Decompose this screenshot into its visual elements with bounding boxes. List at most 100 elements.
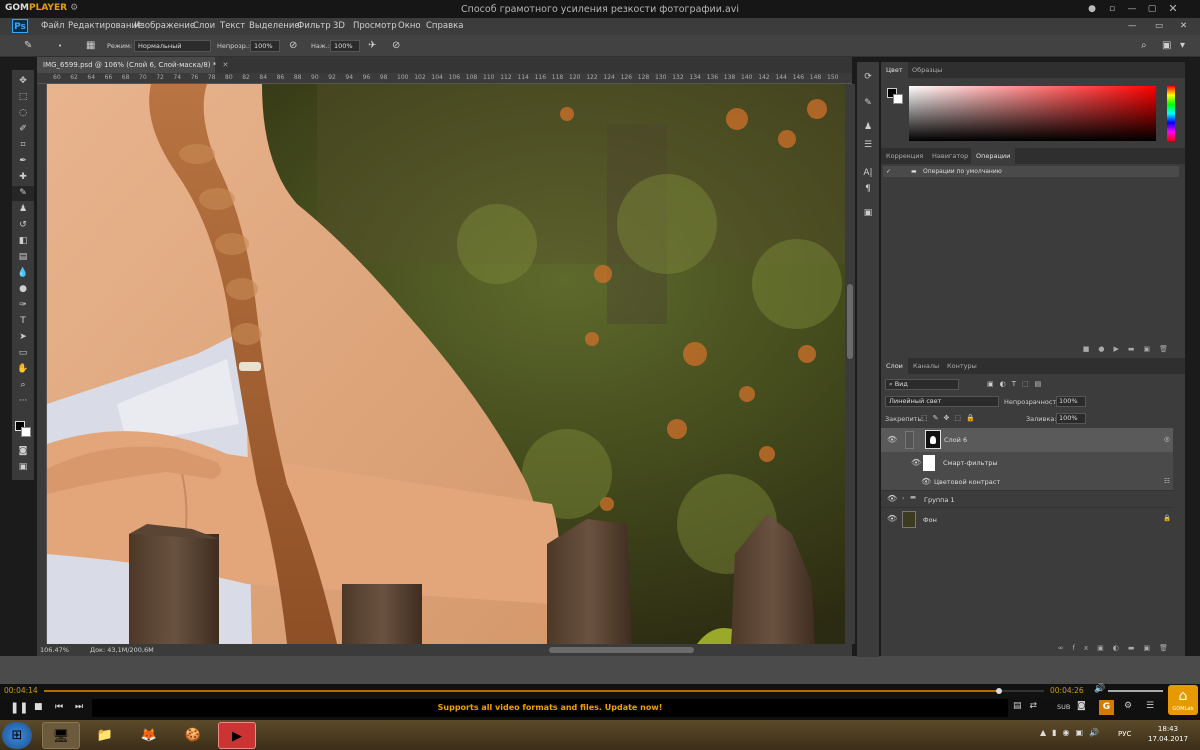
tab-channels[interactable]: Каналы: [908, 358, 944, 374]
layers-footer-icons[interactable]: ∞fx▣◐▬▣🗑: [1058, 644, 1177, 652]
brush-tool-icon[interactable]: ✎: [12, 186, 34, 201]
workspace-dropdown-icon[interactable]: ▾: [1180, 41, 1185, 51]
update-ad-banner[interactable]: Supports all video formats and files. Up…: [92, 699, 1008, 717]
settings-icon[interactable]: ⚙: [1124, 701, 1132, 711]
tray-clock[interactable]: 18:43 17.04.2017: [1148, 724, 1188, 744]
dodge-tool-icon[interactable]: ●: [12, 282, 34, 297]
pressure-opacity-icon[interactable]: ⊘: [289, 41, 297, 51]
menu-file[interactable]: Файл: [41, 21, 64, 31]
layer-row[interactable]: 👁 › ▬ Группа 1: [881, 490, 1173, 507]
visibility-eye-icon[interactable]: 👁: [887, 435, 897, 445]
color-spectrum[interactable]: [909, 86, 1156, 141]
screenshot-icon[interactable]: ◙: [1077, 701, 1086, 711]
hue-slider[interactable]: [1167, 86, 1175, 141]
layer-row[interactable]: 👁 Слой 6 ◎: [881, 428, 1173, 452]
brush-panel-icon[interactable]: ▦: [86, 41, 95, 51]
tab-color[interactable]: Цвет: [881, 62, 908, 78]
move-tool-icon[interactable]: ✥: [12, 74, 34, 89]
blend-mode-select[interactable]: Нормальный: [134, 40, 211, 52]
background-color[interactable]: [893, 94, 903, 104]
crop-tool-icon[interactable]: ⌗: [12, 138, 34, 153]
gom-g-icon[interactable]: G: [1099, 700, 1114, 715]
menu-help[interactable]: Справка: [426, 21, 463, 31]
layer-opacity-field[interactable]: 100%: [1056, 396, 1086, 407]
layer-blend-mode-select[interactable]: Линейный свет: [885, 396, 999, 407]
eraser-tool-icon[interactable]: ◧: [12, 234, 34, 249]
zoom-tool-icon[interactable]: ⌕: [12, 378, 34, 393]
lock-icons[interactable]: ⬚✎✥⬚🔒: [921, 414, 980, 422]
color-swatches-icon[interactable]: [12, 418, 34, 440]
paragraph-panel-icon[interactable]: ¶: [860, 182, 876, 196]
visibility-eye-icon[interactable]: 👁: [887, 494, 897, 504]
screen-mode-icon[interactable]: ▣: [12, 460, 34, 475]
pin-icon[interactable]: ●: [1086, 3, 1098, 15]
gradient-tool-icon[interactable]: ▤: [12, 250, 34, 265]
adjust-icon[interactable]: ☰: [860, 138, 876, 152]
ps-minimize-button[interactable]: —: [1128, 21, 1137, 31]
menu-layers[interactable]: Слои: [193, 21, 215, 31]
layer-row[interactable]: 👁 Фон 🔒: [881, 507, 1173, 529]
smart-object-icon[interactable]: ◎: [1164, 435, 1170, 443]
tray-icons[interactable]: ▲▮◉▣🔊: [1040, 728, 1105, 737]
close-button[interactable]: ✕: [1167, 3, 1179, 15]
seek-thumb[interactable]: [996, 688, 1002, 694]
taskbar-app-icon[interactable]: 🍪: [174, 722, 212, 749]
minimize-button[interactable]: —: [1126, 3, 1138, 15]
tab-layers[interactable]: Слои: [881, 358, 908, 374]
ps-restore-button[interactable]: ▭: [1155, 21, 1163, 31]
volume-icon[interactable]: 🔊: [1094, 684, 1105, 694]
seek-bar[interactable]: [44, 688, 1044, 694]
brush-presets-icon[interactable]: ✎: [860, 96, 876, 110]
layer-row[interactable]: 👁 Цветовой контраст ☷: [881, 474, 1173, 490]
menu-edit[interactable]: Редактирование: [68, 21, 142, 31]
history-brush-tool-icon[interactable]: ↺: [12, 218, 34, 233]
taskbar-explorer-icon[interactable]: 📁: [86, 722, 124, 749]
workspace-icon[interactable]: ▣: [1162, 41, 1171, 51]
tab-navigator[interactable]: Навигатор: [927, 148, 973, 164]
gomlab-home-icon[interactable]: ⌂ GOMLab: [1168, 685, 1198, 715]
path-select-tool-icon[interactable]: ➤: [12, 330, 34, 345]
eyedropper-tool-icon[interactable]: ✒: [12, 154, 34, 169]
brush-size-icon[interactable]: •: [58, 41, 62, 51]
opacity-field[interactable]: 100%: [250, 40, 280, 52]
close-tab-icon[interactable]: ✕: [223, 61, 229, 69]
blur-tool-icon[interactable]: 💧: [12, 266, 34, 281]
pause-button[interactable]: ❚❚: [10, 701, 28, 714]
layer-row[interactable]: 👁 Смарт-фильтры: [881, 452, 1173, 474]
type-tool-icon[interactable]: T: [12, 314, 34, 329]
menu-filter[interactable]: Фильтр: [297, 21, 331, 31]
layer-filter-select[interactable]: ⌕ Вид: [885, 379, 959, 390]
visibility-eye-icon[interactable]: 👁: [887, 514, 897, 524]
clone-source-icon[interactable]: ♟: [860, 120, 876, 134]
image-canvas[interactable]: [47, 84, 845, 644]
menu-window[interactable]: Окно: [398, 21, 421, 31]
menu-image[interactable]: Изображение: [134, 21, 195, 31]
character-panel-icon[interactable]: A|: [860, 166, 876, 180]
volume-slider[interactable]: [1108, 690, 1163, 692]
status-menu-icon[interactable]: ›: [149, 644, 152, 656]
flow-field[interactable]: 100%: [330, 40, 360, 52]
stamp-tool-icon[interactable]: ♟: [12, 202, 34, 217]
history-panel-icon[interactable]: ⟳: [860, 70, 876, 84]
maximize-button[interactable]: ▢: [1146, 3, 1158, 15]
layer-mask-thumbnail[interactable]: [925, 430, 941, 449]
next-button[interactable]: ⏭: [75, 702, 83, 712]
search-icon[interactable]: ⌕: [1141, 41, 1147, 51]
menu-view[interactable]: Просмотр: [353, 21, 397, 31]
playlist-icon[interactable]: ☰: [1146, 701, 1154, 711]
healing-tool-icon[interactable]: ✚: [12, 170, 34, 185]
canvas-vertical-scrollbar[interactable]: [845, 84, 855, 644]
taskbar-firefox-icon[interactable]: 🦊: [130, 722, 168, 749]
visibility-eye-icon[interactable]: 👁: [921, 477, 931, 487]
taskbar-desktop-icon[interactable]: 🖥: [42, 722, 80, 749]
layer-filter-icons[interactable]: ▣◐T⬚▤: [987, 380, 1047, 388]
previous-button[interactable]: ⏮: [55, 702, 63, 712]
language-indicator[interactable]: РУС: [1118, 730, 1131, 738]
tab-adjustments[interactable]: Коррекция: [881, 148, 928, 164]
pen-tool-icon[interactable]: ✑: [12, 298, 34, 313]
tab-paths[interactable]: Контуры: [942, 358, 982, 374]
hand-tool-icon[interactable]: ✋: [12, 362, 34, 377]
menu-type[interactable]: Текст: [220, 21, 245, 31]
document-tab[interactable]: IMG_6599.psd @ 106% (Слой 6, Слой-маска/…: [37, 57, 228, 73]
shape-tool-icon[interactable]: ▭: [12, 346, 34, 361]
